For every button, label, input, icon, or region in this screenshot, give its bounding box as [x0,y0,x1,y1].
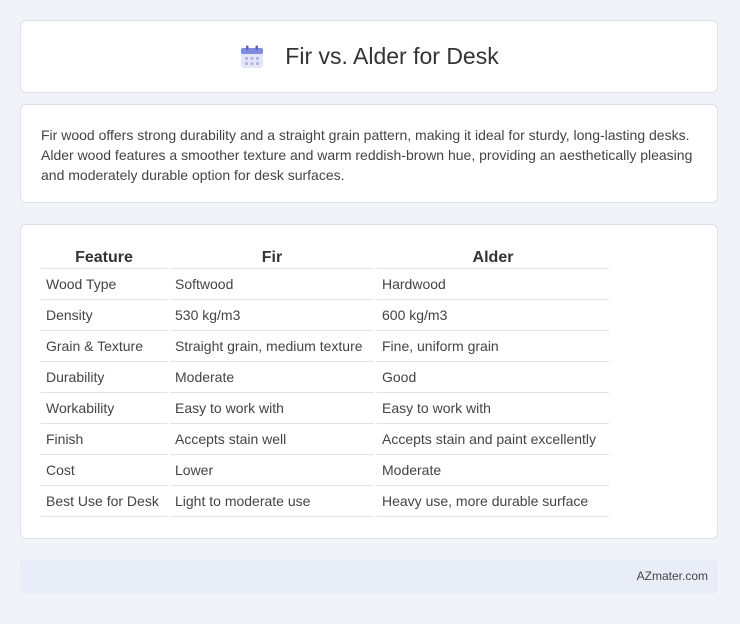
table-cell: Workability [41,393,167,424]
table-cell: Easy to work with [377,393,609,424]
table-cell: Fine, uniform grain [377,331,609,362]
table-row: Workability Easy to work with Easy to work… [41,393,609,424]
table-row: Finish Accepts stain well Accepts stain an… [41,424,609,455]
table-cell: Density [41,300,167,331]
table-cell: Wood Type [41,269,167,300]
table-cell: Heavy use, more durable surface [377,486,609,517]
table-header-row: Feature Fir Alder [41,247,609,269]
table-row: Density 530 kg/m3 600 kg/m3 [41,300,609,331]
table-row: Best Use for Desk Light to moderate use He… [41,486,609,517]
column-header-alder: Alder [377,247,609,269]
table-cell: Light to moderate use [170,486,374,517]
table-row: Cost Lower Moderate [41,455,609,486]
table-cell: Accepts stain well [170,424,374,455]
table-cell: Accepts stain and paint excellently [377,424,609,455]
column-header-fir: Fir [170,247,374,269]
table-cell: Durability [41,362,167,393]
table-cell: Best Use for Desk [41,486,167,517]
table-cell: 530 kg/m3 [170,300,374,331]
description-card: Fir wood offers strong durability and a … [20,104,718,203]
table-cell: Lower [170,455,374,486]
table-cell: Finish [41,424,167,455]
comparison-table: Feature Fir Alder Wood Type Softwood Hardw… [38,247,612,517]
table-cell: Moderate [170,362,374,393]
page-title: Fir vs. Alder for Desk [285,43,499,69]
table-cell: Easy to work with [170,393,374,424]
footer-bar: AZmater.com [20,560,718,593]
calendar-icon [239,44,265,70]
table-cell: Straight grain, medium texture [170,331,374,362]
table-cell: Grain & Texture [41,331,167,362]
table-cell: Softwood [170,269,374,300]
table-cell: Moderate [377,455,609,486]
table-cell: 600 kg/m3 [377,300,609,331]
table-row: Wood Type Softwood Hardwood [41,269,609,300]
column-header-feature: Feature [41,247,167,269]
title-card: Fir vs. Alder for Desk [20,20,718,93]
footer-brand: AZmater.com [636,569,708,583]
table-row: Durability Moderate Good [41,362,609,393]
table-row: Grain & Texture Straight grain, medium te… [41,331,609,362]
comparison-card: Feature Fir Alder Wood Type Softwood Hardw… [20,224,718,539]
table-cell: Cost [41,455,167,486]
table-cell: Good [377,362,609,393]
description-text: Fir wood offers strong durability and a … [41,127,693,183]
table-cell: Hardwood [377,269,609,300]
